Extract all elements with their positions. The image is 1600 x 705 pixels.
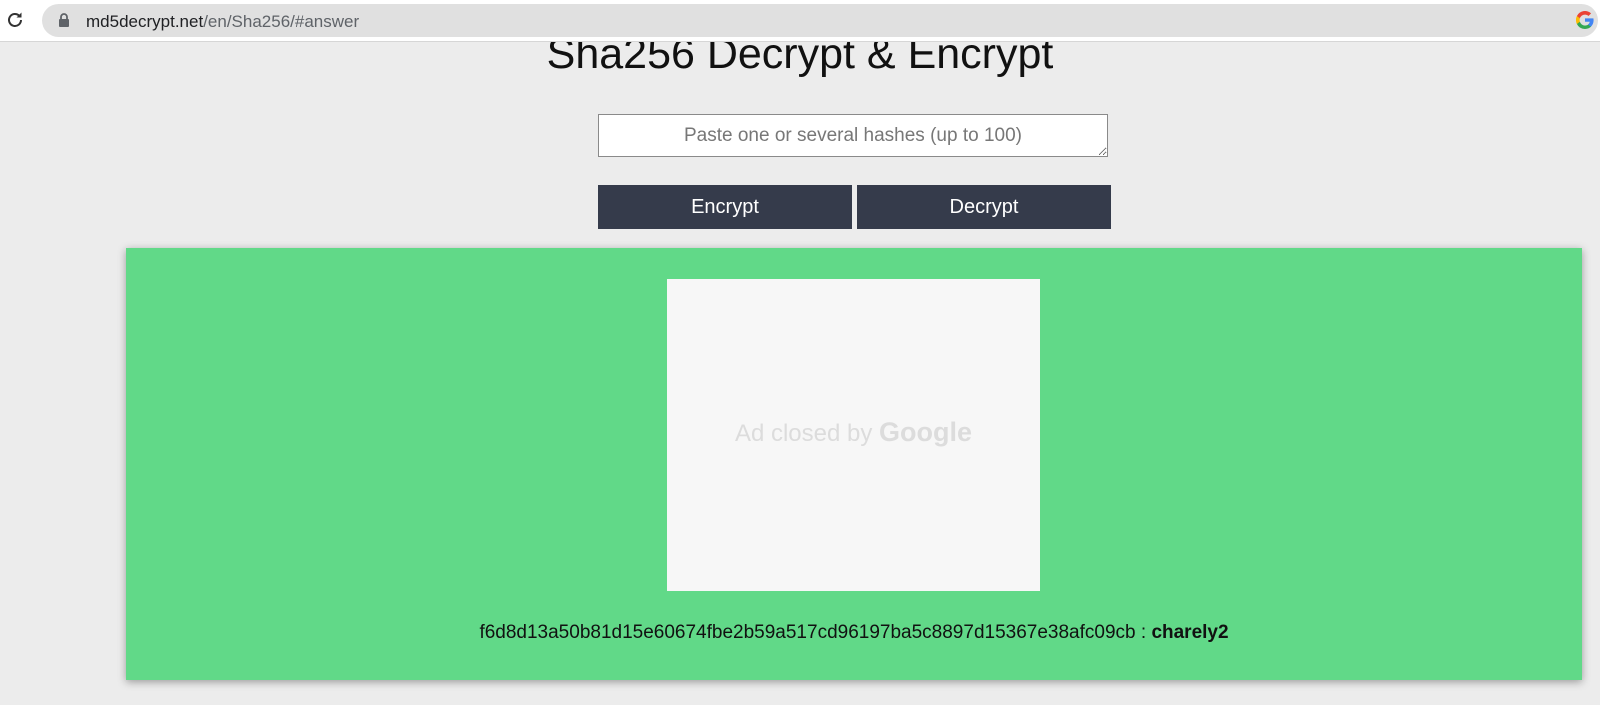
encrypt-button[interactable]: Encrypt bbox=[598, 185, 852, 229]
ad-closed-prefix: Ad closed by bbox=[734, 420, 880, 447]
url-path: /en/Sha256/#answer bbox=[203, 12, 360, 31]
answer-separator: : bbox=[1135, 622, 1152, 643]
answer-plaintext: charely2 bbox=[1151, 622, 1229, 643]
browser-toolbar: md5decrypt.net/en/Sha256/#answer bbox=[0, 0, 1600, 42]
answer-hash: f6d8d13a50b81d15e60674fbe2b59a517cd96197… bbox=[479, 622, 1136, 643]
reload-icon[interactable] bbox=[4, 9, 26, 31]
address-bar[interactable]: md5decrypt.net/en/Sha256/#answer bbox=[42, 4, 1598, 37]
ad-closed-text: Ad closed by Google bbox=[667, 417, 1040, 448]
closed-ad-box: Ad closed by Google bbox=[667, 279, 1040, 591]
decrypt-button[interactable]: Decrypt bbox=[857, 185, 1111, 229]
url-domain: md5decrypt.net bbox=[86, 12, 204, 31]
url-text[interactable]: md5decrypt.net/en/Sha256/#answer bbox=[86, 12, 359, 32]
decrypted-answer: f6d8d13a50b81d15e60674fbe2b59a517cd96197… bbox=[126, 622, 1582, 644]
hash-input[interactable] bbox=[598, 114, 1108, 157]
lock-icon[interactable] bbox=[58, 13, 72, 29]
result-panel: Ad closed by Google f6d8d13a50b81d15e606… bbox=[126, 248, 1582, 680]
ad-brand-label: Google bbox=[879, 417, 973, 447]
page-title: Sha256 Decrypt & Encrypt bbox=[546, 42, 1054, 78]
google-g-icon[interactable] bbox=[1575, 10, 1594, 30]
